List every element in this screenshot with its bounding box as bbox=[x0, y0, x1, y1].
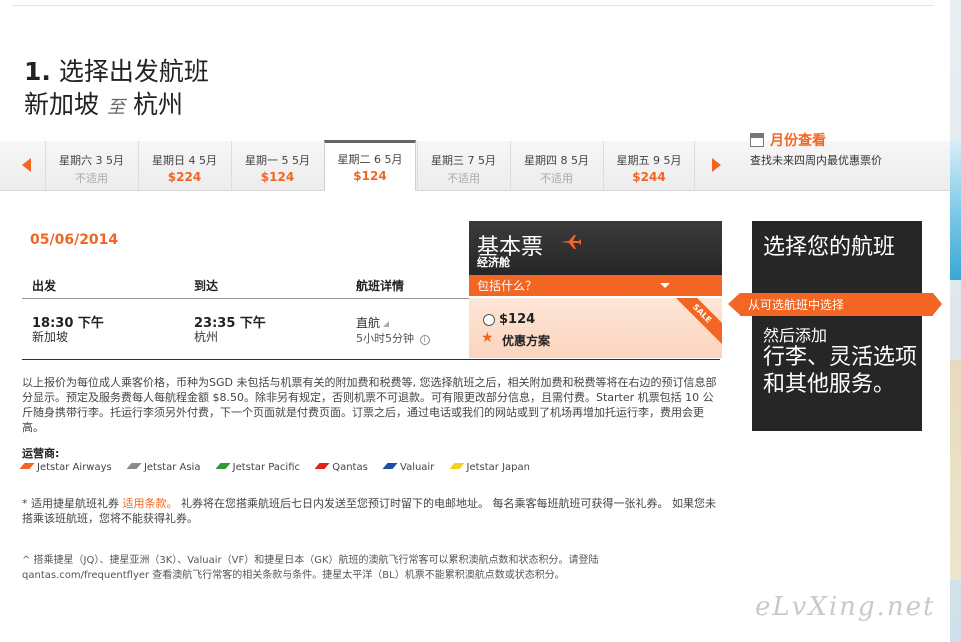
stops-link[interactable]: 直航 bbox=[356, 314, 390, 331]
arrive-city: 杭州 bbox=[194, 330, 219, 344]
date-tab-thu[interactable]: 星期四 8 5月 不适用 bbox=[510, 141, 602, 191]
col-depart: 出发 bbox=[32, 279, 57, 293]
carrier-item: Jetstar Airways bbox=[19, 462, 112, 473]
depart-city: 新加坡 bbox=[32, 330, 69, 344]
frequent-flyer-notes: ^ 搭乘捷星（JQ）、捷星亚洲（3K）、Valuair（VF）和捷星日本（GK）… bbox=[22, 555, 599, 581]
fare-header: 基本票 经济舱 bbox=[469, 221, 722, 275]
carrier-logo-icon bbox=[382, 463, 398, 469]
month-view-link[interactable]: 月份查看 查找未来四周内最优惠票价 bbox=[750, 130, 950, 168]
carrier-logo-icon bbox=[448, 463, 465, 469]
fare-deal-label: 优惠方案 bbox=[502, 334, 551, 348]
month-view-subtitle: 查找未来四周内最优惠票价 bbox=[750, 154, 882, 167]
page-title: 1. 选择出发航班 新加坡至杭州 bbox=[24, 56, 209, 125]
promo-title: 选择您的航班 bbox=[763, 235, 896, 260]
carrier-logo-icon bbox=[215, 463, 231, 469]
date-tab-mon[interactable]: 星期一 5 5月 $124 bbox=[231, 141, 323, 191]
step-number: 1. bbox=[24, 57, 51, 86]
step-title: 选择出发航班 bbox=[58, 57, 209, 86]
promo-then: 然后添加 bbox=[763, 326, 828, 345]
promo-panel: 选择您的航班 然后添加 行李、灵活选项和其他服务。 bbox=[752, 221, 922, 431]
fare-cabin: 经济舱 bbox=[477, 256, 510, 269]
flight-date: 05/06/2014 bbox=[30, 232, 119, 248]
promo-extras: 行李、灵活选项和其他服务。 bbox=[763, 345, 918, 397]
next-week-arrow-icon[interactable] bbox=[712, 158, 721, 172]
prev-week-arrow-icon[interactable] bbox=[22, 158, 31, 172]
sale-badge: SALE bbox=[666, 298, 722, 349]
fare-includes-dropdown[interactable]: 包括什么？ bbox=[469, 275, 722, 296]
background-beach-strip bbox=[950, 0, 961, 642]
route: 新加坡至杭州 bbox=[24, 88, 209, 125]
origin-city: 新加坡 bbox=[24, 90, 100, 119]
carriers-title: 运营商: bbox=[22, 447, 60, 460]
plane-icon bbox=[561, 235, 581, 249]
chevron-down-icon bbox=[660, 283, 670, 288]
date-tab-tue-selected[interactable]: 星期二 6 5月 $124 bbox=[324, 140, 416, 191]
fare-price: $124 bbox=[499, 312, 536, 327]
carriers-list: Jetstar Airways Jetstar Asia Jetstar Pac… bbox=[19, 462, 544, 473]
date-tab-wed[interactable]: 星期三 7 5月 不适用 bbox=[417, 141, 509, 191]
carrier-item: Qantas bbox=[314, 462, 368, 473]
carrier-item: Jetstar Japan bbox=[448, 462, 530, 473]
top-divider bbox=[12, 5, 934, 6]
star-icon: ★ bbox=[481, 330, 494, 346]
info-icon[interactable]: i bbox=[419, 335, 430, 345]
carrier-logo-icon bbox=[126, 463, 142, 469]
coupon-notes: * 适用捷星航班礼券 适用条款。 礼券将在您搭乘航班后七日内发送至您预订时留下的… bbox=[22, 497, 716, 525]
fare-radio[interactable] bbox=[483, 314, 495, 326]
carrier-logo-icon bbox=[19, 463, 35, 469]
promo-arrow-label: 从可选航班中选择 bbox=[728, 293, 942, 316]
col-details: 航班详情 bbox=[356, 279, 405, 293]
watermark: eLvXing.net bbox=[755, 592, 936, 622]
carrier-item: Valuair bbox=[382, 462, 434, 473]
flight-duration: 5小时5分钟 i bbox=[356, 330, 430, 346]
calendar-icon bbox=[750, 133, 764, 147]
col-arrive: 到达 bbox=[194, 279, 219, 293]
to-word: 至 bbox=[107, 97, 126, 118]
table-bottom-divider bbox=[22, 359, 720, 360]
date-tab-sun[interactable]: 星期日 4 5月 $224 bbox=[138, 141, 230, 191]
terms-link[interactable]: 适用条款。 bbox=[123, 497, 178, 510]
carrier-item: Jetstar Pacific bbox=[215, 462, 300, 473]
carrier-item: Jetstar Asia bbox=[126, 462, 200, 473]
expand-icon bbox=[383, 321, 390, 327]
date-tab-fri[interactable]: 星期五 9 5月 $244 bbox=[603, 141, 695, 191]
price-notes: 以上报价为每位成人乘客价格，币种为SGD 未包括与机票有关的附加费和税费等, 您… bbox=[22, 376, 717, 434]
carrier-logo-icon bbox=[314, 463, 330, 469]
fare-option[interactable]: SALE $124 ★ 优惠方案 bbox=[469, 298, 722, 358]
month-view-title[interactable]: 月份查看 bbox=[770, 133, 826, 149]
date-tab-sat[interactable]: 星期六 3 5月 不适用 bbox=[45, 141, 137, 191]
destination-city: 杭州 bbox=[133, 90, 184, 119]
